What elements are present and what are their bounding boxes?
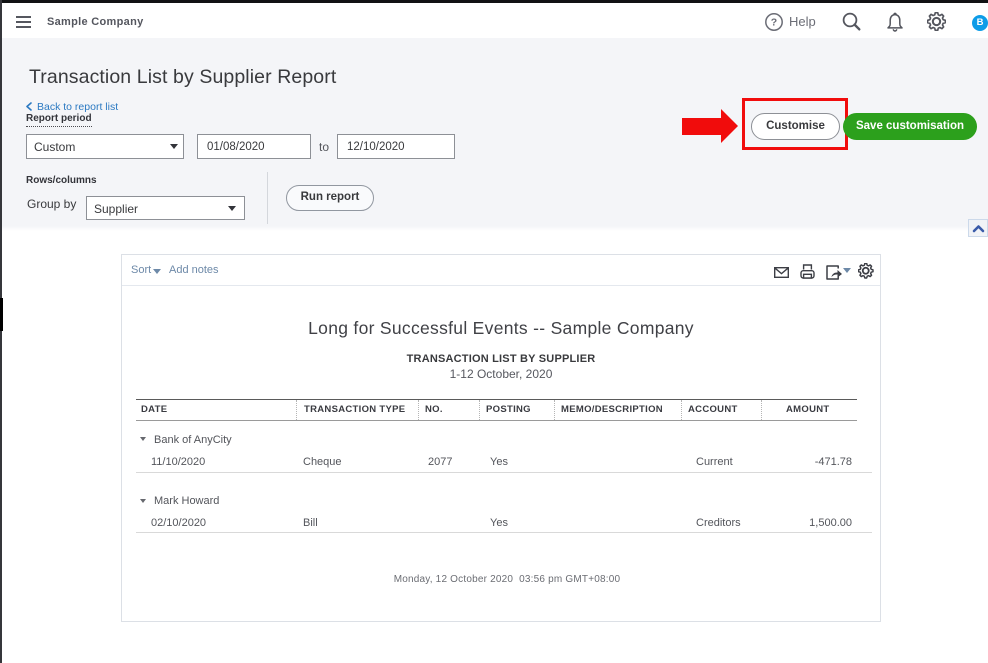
svg-text:?: ?: [771, 17, 777, 29]
